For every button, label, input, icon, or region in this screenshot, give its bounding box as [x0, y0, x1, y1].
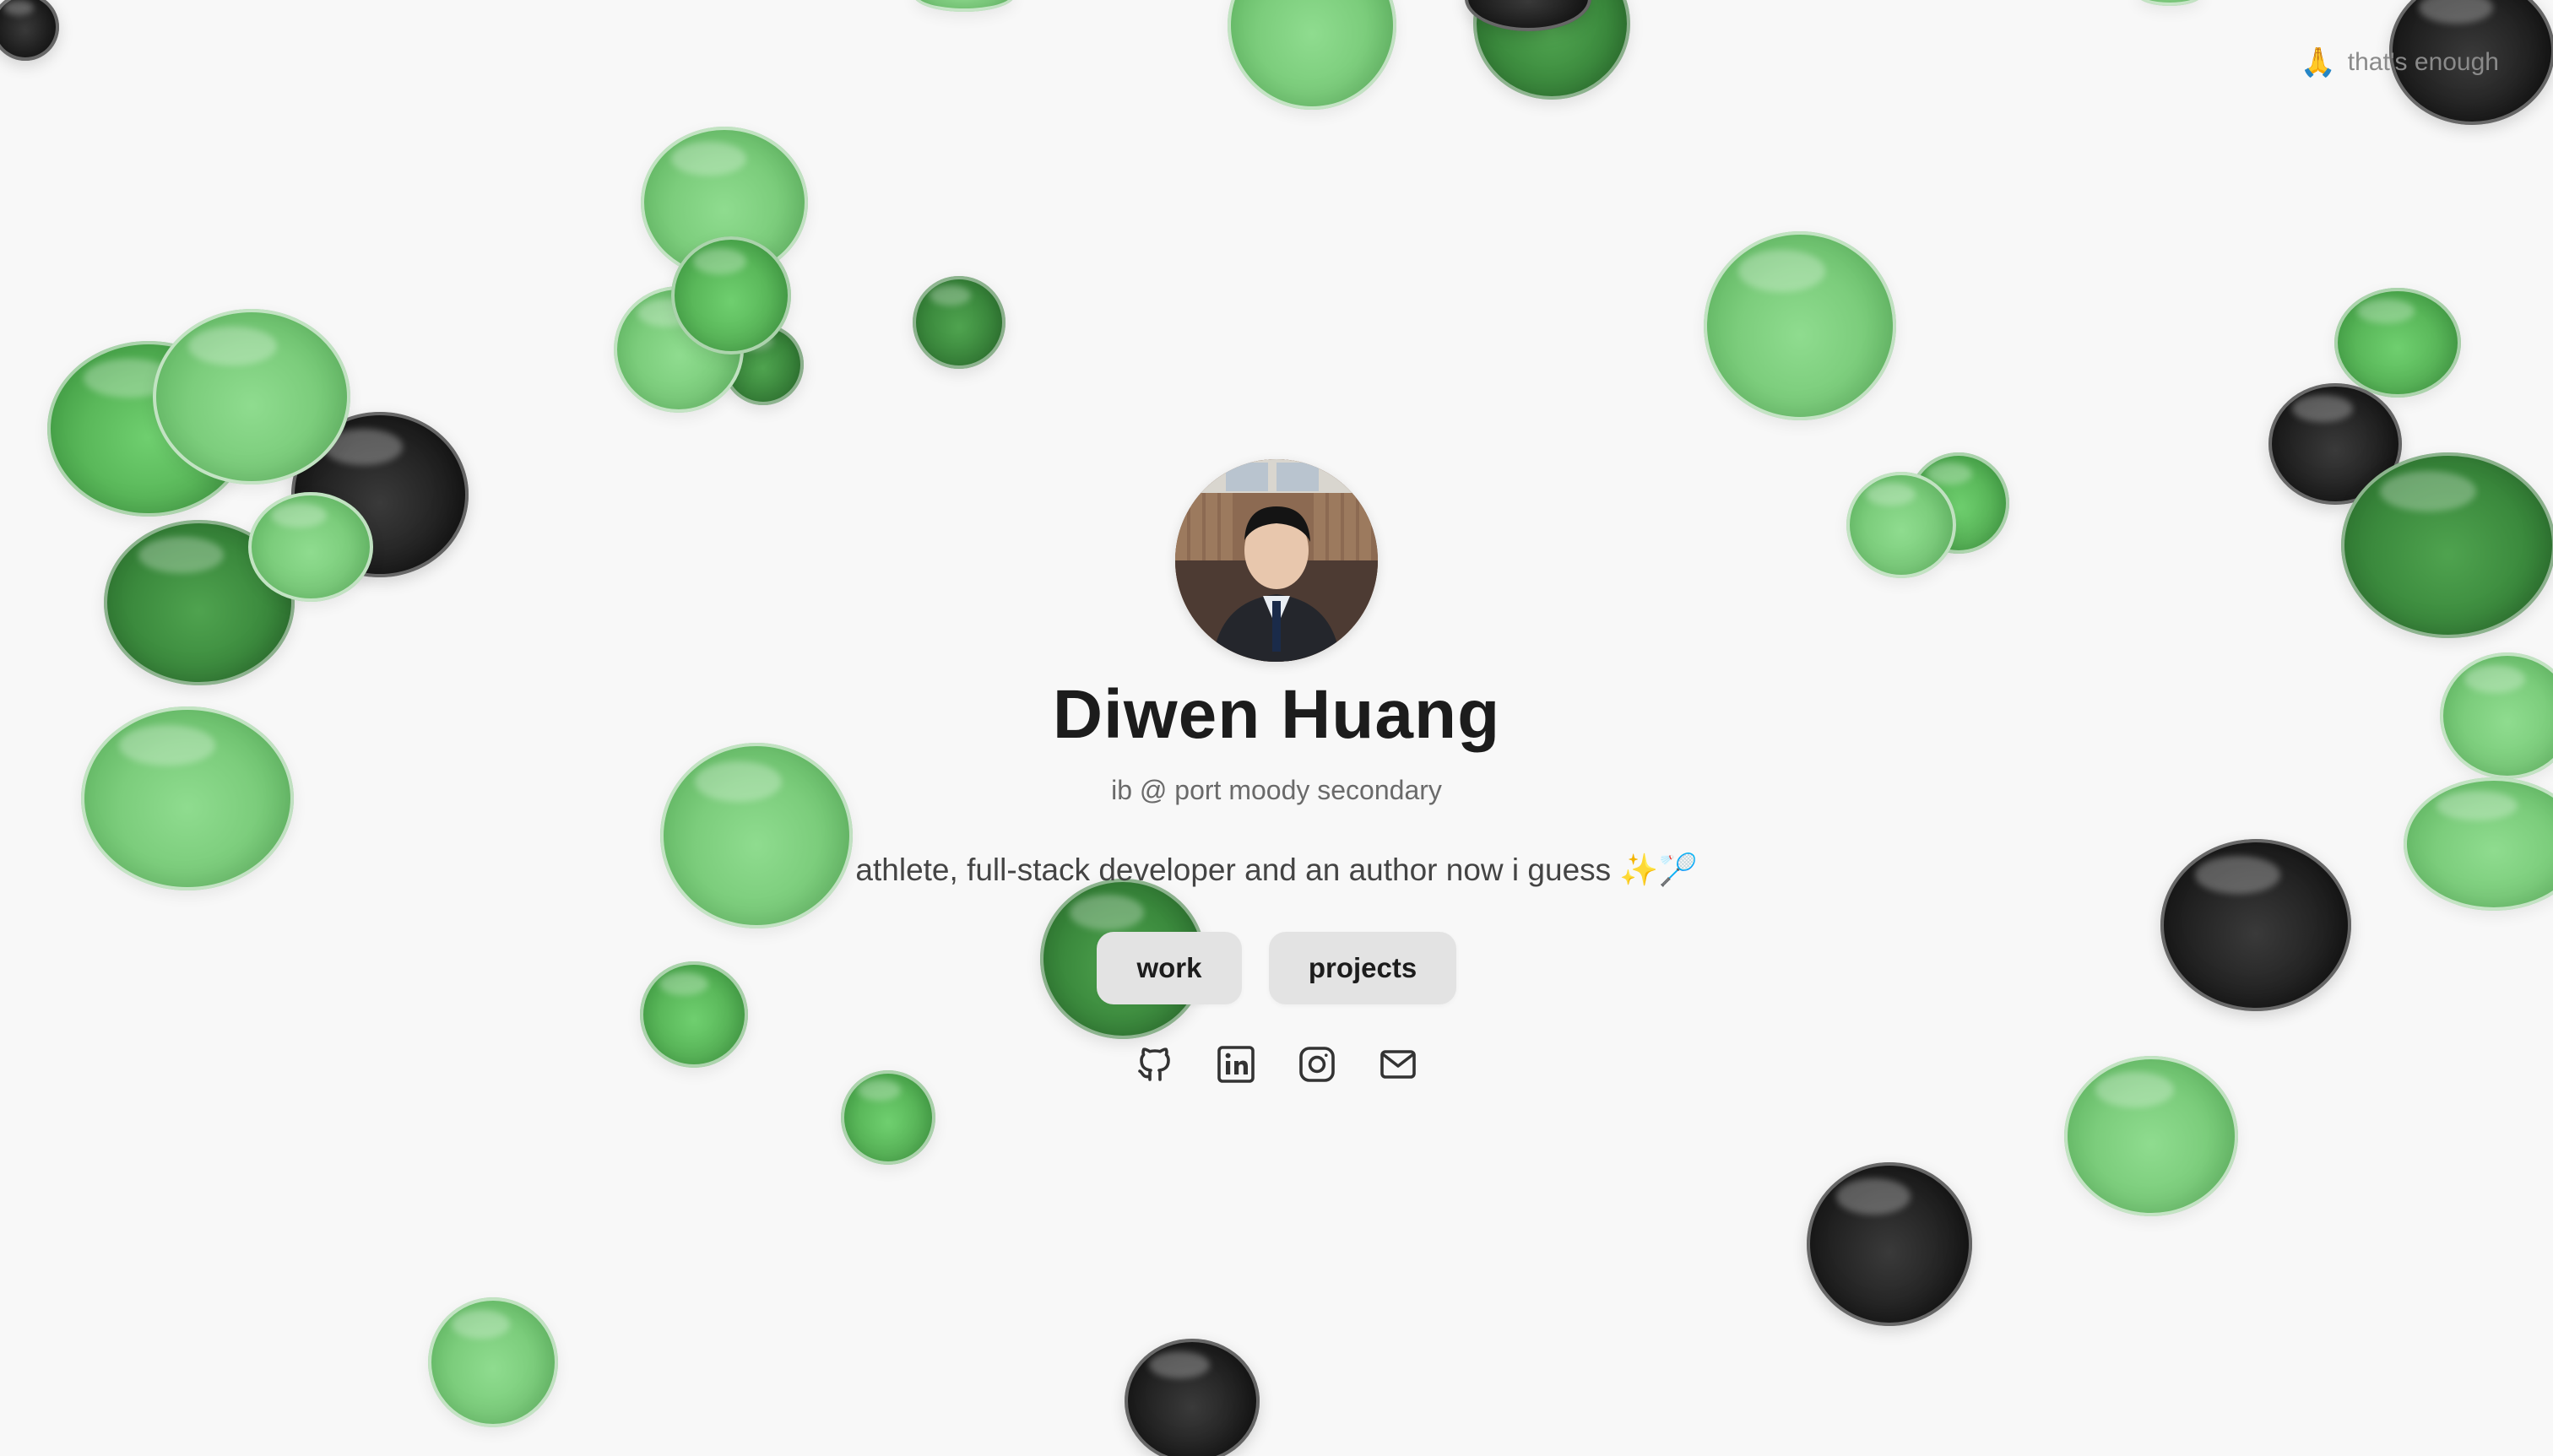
social-links: [0, 1043, 2553, 1085]
toggle-label: that's enough: [2347, 48, 2499, 76]
profile-name: Diwen Huang: [1052, 676, 1501, 753]
avatar: [1175, 459, 1378, 662]
instagram-link[interactable]: [1296, 1043, 1338, 1085]
email-link[interactable]: [1377, 1043, 1419, 1085]
folded-hands-icon: 🙏: [2300, 46, 2336, 78]
avatar-photo: [1175, 459, 1378, 662]
github-link[interactable]: [1134, 1043, 1176, 1085]
mail-icon: [1380, 1050, 1416, 1079]
github-icon: [1138, 1047, 1170, 1081]
projects-button[interactable]: projects: [1269, 932, 1456, 1004]
profile-school: ib @ port moody secondary: [1111, 775, 1442, 805]
profile-bio: athlete, full-stack developer and an aut…: [855, 852, 1698, 887]
linkedin-icon: [1217, 1046, 1255, 1083]
nav-buttons: work projects: [0, 932, 2553, 1004]
work-button[interactable]: work: [1097, 932, 1242, 1004]
profile-section: Diwen Huang ib @ port moody secondary at…: [0, 0, 2553, 1456]
linkedin-link[interactable]: [1215, 1043, 1257, 1085]
thats-enough-toggle[interactable]: 🙏 that's enough: [2300, 46, 2499, 79]
instagram-icon: [1299, 1047, 1335, 1082]
